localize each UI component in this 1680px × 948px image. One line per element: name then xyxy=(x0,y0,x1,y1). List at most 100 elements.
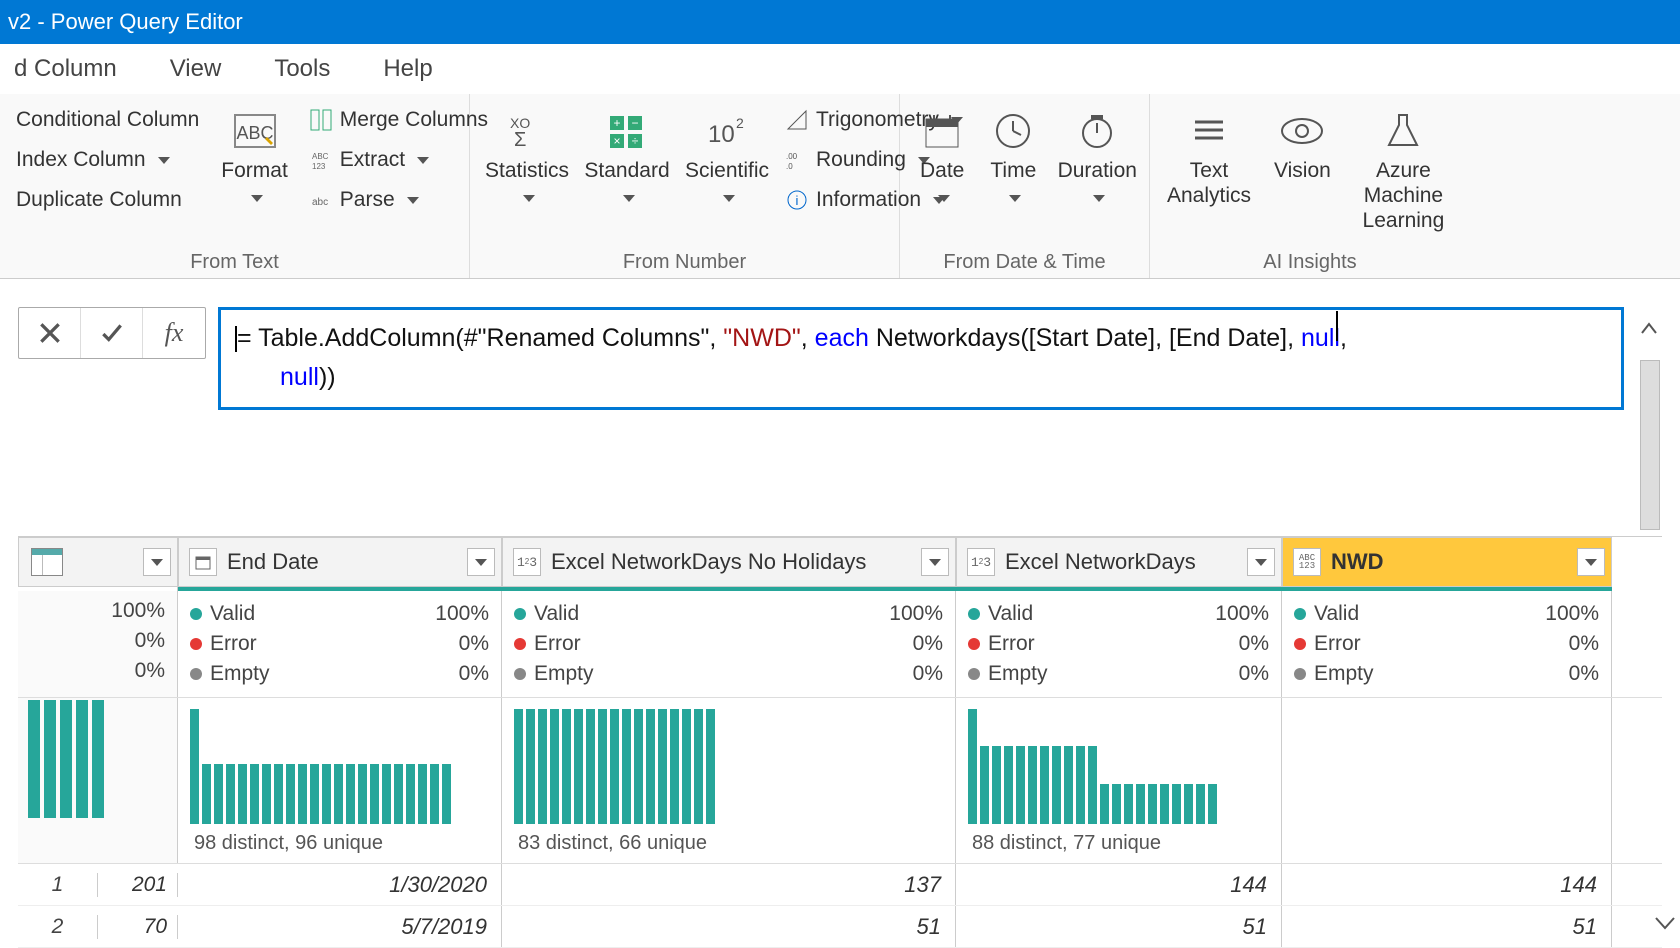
text-analytics-button[interactable]: Text Analytics xyxy=(1162,98,1256,214)
quality-end-date: Valid Error Empty 100%0%0% xyxy=(178,591,502,697)
time-icon xyxy=(993,111,1033,151)
svg-text:10: 10 xyxy=(708,121,735,148)
duration-button[interactable]: Duration xyxy=(1054,98,1140,214)
quality-nwnoh: Valid Error Empty 100%0%0% xyxy=(502,591,956,697)
duplicate-column-button[interactable]: Duplicate Column xyxy=(12,182,203,218)
table-icon[interactable] xyxy=(31,548,63,576)
filter-button[interactable] xyxy=(467,548,495,576)
index-dropdown[interactable] xyxy=(143,548,171,576)
scientific-icon: 102 xyxy=(704,112,750,150)
filter-button[interactable] xyxy=(921,548,949,576)
group-ai-insights: AI Insights xyxy=(1162,251,1458,276)
filter-button[interactable] xyxy=(1577,548,1605,576)
chevron-up-icon xyxy=(1640,321,1658,335)
table-row[interactable]: 2 70 5/7/2019 51 51 51 xyxy=(18,906,1662,948)
svg-text:ABC: ABC xyxy=(312,152,329,161)
trig-icon xyxy=(786,109,808,131)
number-type-icon[interactable]: 123 xyxy=(513,548,541,576)
statistics-button[interactable]: XΟΣ Statistics xyxy=(482,98,572,214)
conditional-column-button[interactable]: Conditional Column xyxy=(12,102,203,138)
standard-icon: +−× ÷ xyxy=(606,112,648,150)
rounding-icon: .00.0 xyxy=(786,149,808,171)
extract-button[interactable]: ABC123Extract xyxy=(306,142,492,178)
formula-bar-row: fx = Table.AddColumn(#"Renamed Columns",… xyxy=(0,279,1680,416)
grid-header: End Date 123 Excel NetworkDays No Holida… xyxy=(18,537,1662,587)
quality-bar: 100% 0% 0% Valid Error Empty 100%0%0% Va… xyxy=(18,591,1662,698)
index-header xyxy=(18,537,178,587)
azure-ml-button[interactable]: Azure Machine Learning xyxy=(1349,98,1458,240)
date-type-icon[interactable] xyxy=(189,548,217,576)
tab-help[interactable]: Help xyxy=(379,47,436,91)
quality-nw: Valid Error Empty 100%0%0% xyxy=(956,591,1282,697)
standard-button[interactable]: +−×÷ Standard xyxy=(582,98,672,214)
vision-button[interactable]: Vision xyxy=(1266,98,1339,189)
svg-text:+: + xyxy=(613,116,620,130)
vision-icon xyxy=(1280,116,1324,146)
duration-icon xyxy=(1077,111,1117,151)
any-type-icon[interactable]: ABC123 xyxy=(1293,548,1321,576)
text-analytics-icon xyxy=(1189,114,1229,148)
svg-text:123: 123 xyxy=(312,162,326,171)
parse-icon: abc xyxy=(310,189,332,211)
number-type-icon[interactable]: 123 xyxy=(967,548,995,576)
formula-scrollbar[interactable] xyxy=(1640,360,1660,530)
tab-view[interactable]: View xyxy=(166,47,226,91)
sigma-icon: XΟΣ xyxy=(506,112,548,150)
accept-formula-button[interactable] xyxy=(81,308,143,358)
text-cursor-icon xyxy=(1336,311,1338,341)
hist-nwnoh: 83 distinct, 66 unique xyxy=(502,698,956,863)
hist-end-date: 98 distinct, 96 unique xyxy=(178,698,502,863)
svg-text:Σ: Σ xyxy=(514,129,526,150)
index-column-button[interactable]: Index Column xyxy=(12,142,203,178)
menu-bar: d Column View Tools Help xyxy=(0,44,1680,94)
group-from-number: From Number xyxy=(482,251,887,276)
column-header-networkdays-no-holidays[interactable]: 123 Excel NetworkDays No Holidays xyxy=(502,537,956,587)
quality-nwd: Valid Error Empty 100%0%0% xyxy=(1282,591,1612,697)
window-title: v2 - Power Query Editor xyxy=(8,9,243,35)
date-button[interactable]: Date xyxy=(912,98,972,214)
time-button[interactable]: Time xyxy=(982,98,1044,214)
tab-tools[interactable]: Tools xyxy=(270,47,334,91)
table-row[interactable]: 1 201 1/30/2020 137 144 144 xyxy=(18,864,1662,906)
svg-text:.00: .00 xyxy=(786,152,798,161)
extract-icon: ABC123 xyxy=(310,149,332,171)
format-icon: ABC xyxy=(233,111,277,151)
column-header-nwd[interactable]: ABC123 NWD xyxy=(1282,537,1612,587)
scroll-down-button[interactable] xyxy=(1652,912,1678,939)
x-icon xyxy=(37,320,63,346)
scientific-button[interactable]: 102 Scientific xyxy=(682,98,772,214)
date-icon xyxy=(922,111,962,151)
column-header-networkdays[interactable]: 123 Excel NetworkDays xyxy=(956,537,1282,587)
info-icon: i xyxy=(786,189,808,211)
check-icon xyxy=(99,320,125,346)
parse-button[interactable]: abcParse xyxy=(306,182,492,218)
filter-button[interactable] xyxy=(1247,548,1275,576)
hist-nwd xyxy=(1282,698,1612,863)
svg-text:abc: abc xyxy=(312,197,328,208)
svg-text:÷: ÷ xyxy=(632,134,639,148)
flask-icon xyxy=(1385,111,1421,151)
group-from-text: From Text xyxy=(12,251,457,276)
hist-nw: 88 distinct, 77 unique xyxy=(956,698,1282,863)
column-header-end-date[interactable]: End Date xyxy=(178,537,502,587)
histogram-row: 98 distinct, 96 unique 83 distinct, 66 u… xyxy=(18,698,1662,864)
title-bar: v2 - Power Query Editor xyxy=(0,0,1680,44)
format-button[interactable]: ABC Format xyxy=(213,98,296,214)
formula-buttons: fx xyxy=(18,307,206,359)
svg-text:×: × xyxy=(613,134,620,148)
merge-icon xyxy=(310,109,332,131)
merge-columns-button[interactable]: Merge Columns xyxy=(306,102,492,138)
formula-input[interactable]: = Table.AddColumn(#"Renamed Columns", "N… xyxy=(218,307,1624,410)
svg-text:−: − xyxy=(631,116,638,130)
tab-add-column[interactable]: d Column xyxy=(10,47,121,91)
grid-body: 1 201 1/30/2020 137 144 144 2 70 5/7/201… xyxy=(18,864,1662,948)
group-from-datetime: From Date & Time xyxy=(912,251,1137,276)
svg-text:i: i xyxy=(796,193,799,208)
chevron-down-icon xyxy=(1652,912,1678,934)
cancel-formula-button[interactable] xyxy=(19,308,81,358)
svg-text:.0: .0 xyxy=(786,162,793,171)
expand-formula-button[interactable] xyxy=(1636,307,1662,335)
fx-button[interactable]: fx xyxy=(143,308,205,358)
ribbon: Conditional Column Index Column Duplicat… xyxy=(0,94,1680,279)
svg-text:2: 2 xyxy=(736,115,744,131)
